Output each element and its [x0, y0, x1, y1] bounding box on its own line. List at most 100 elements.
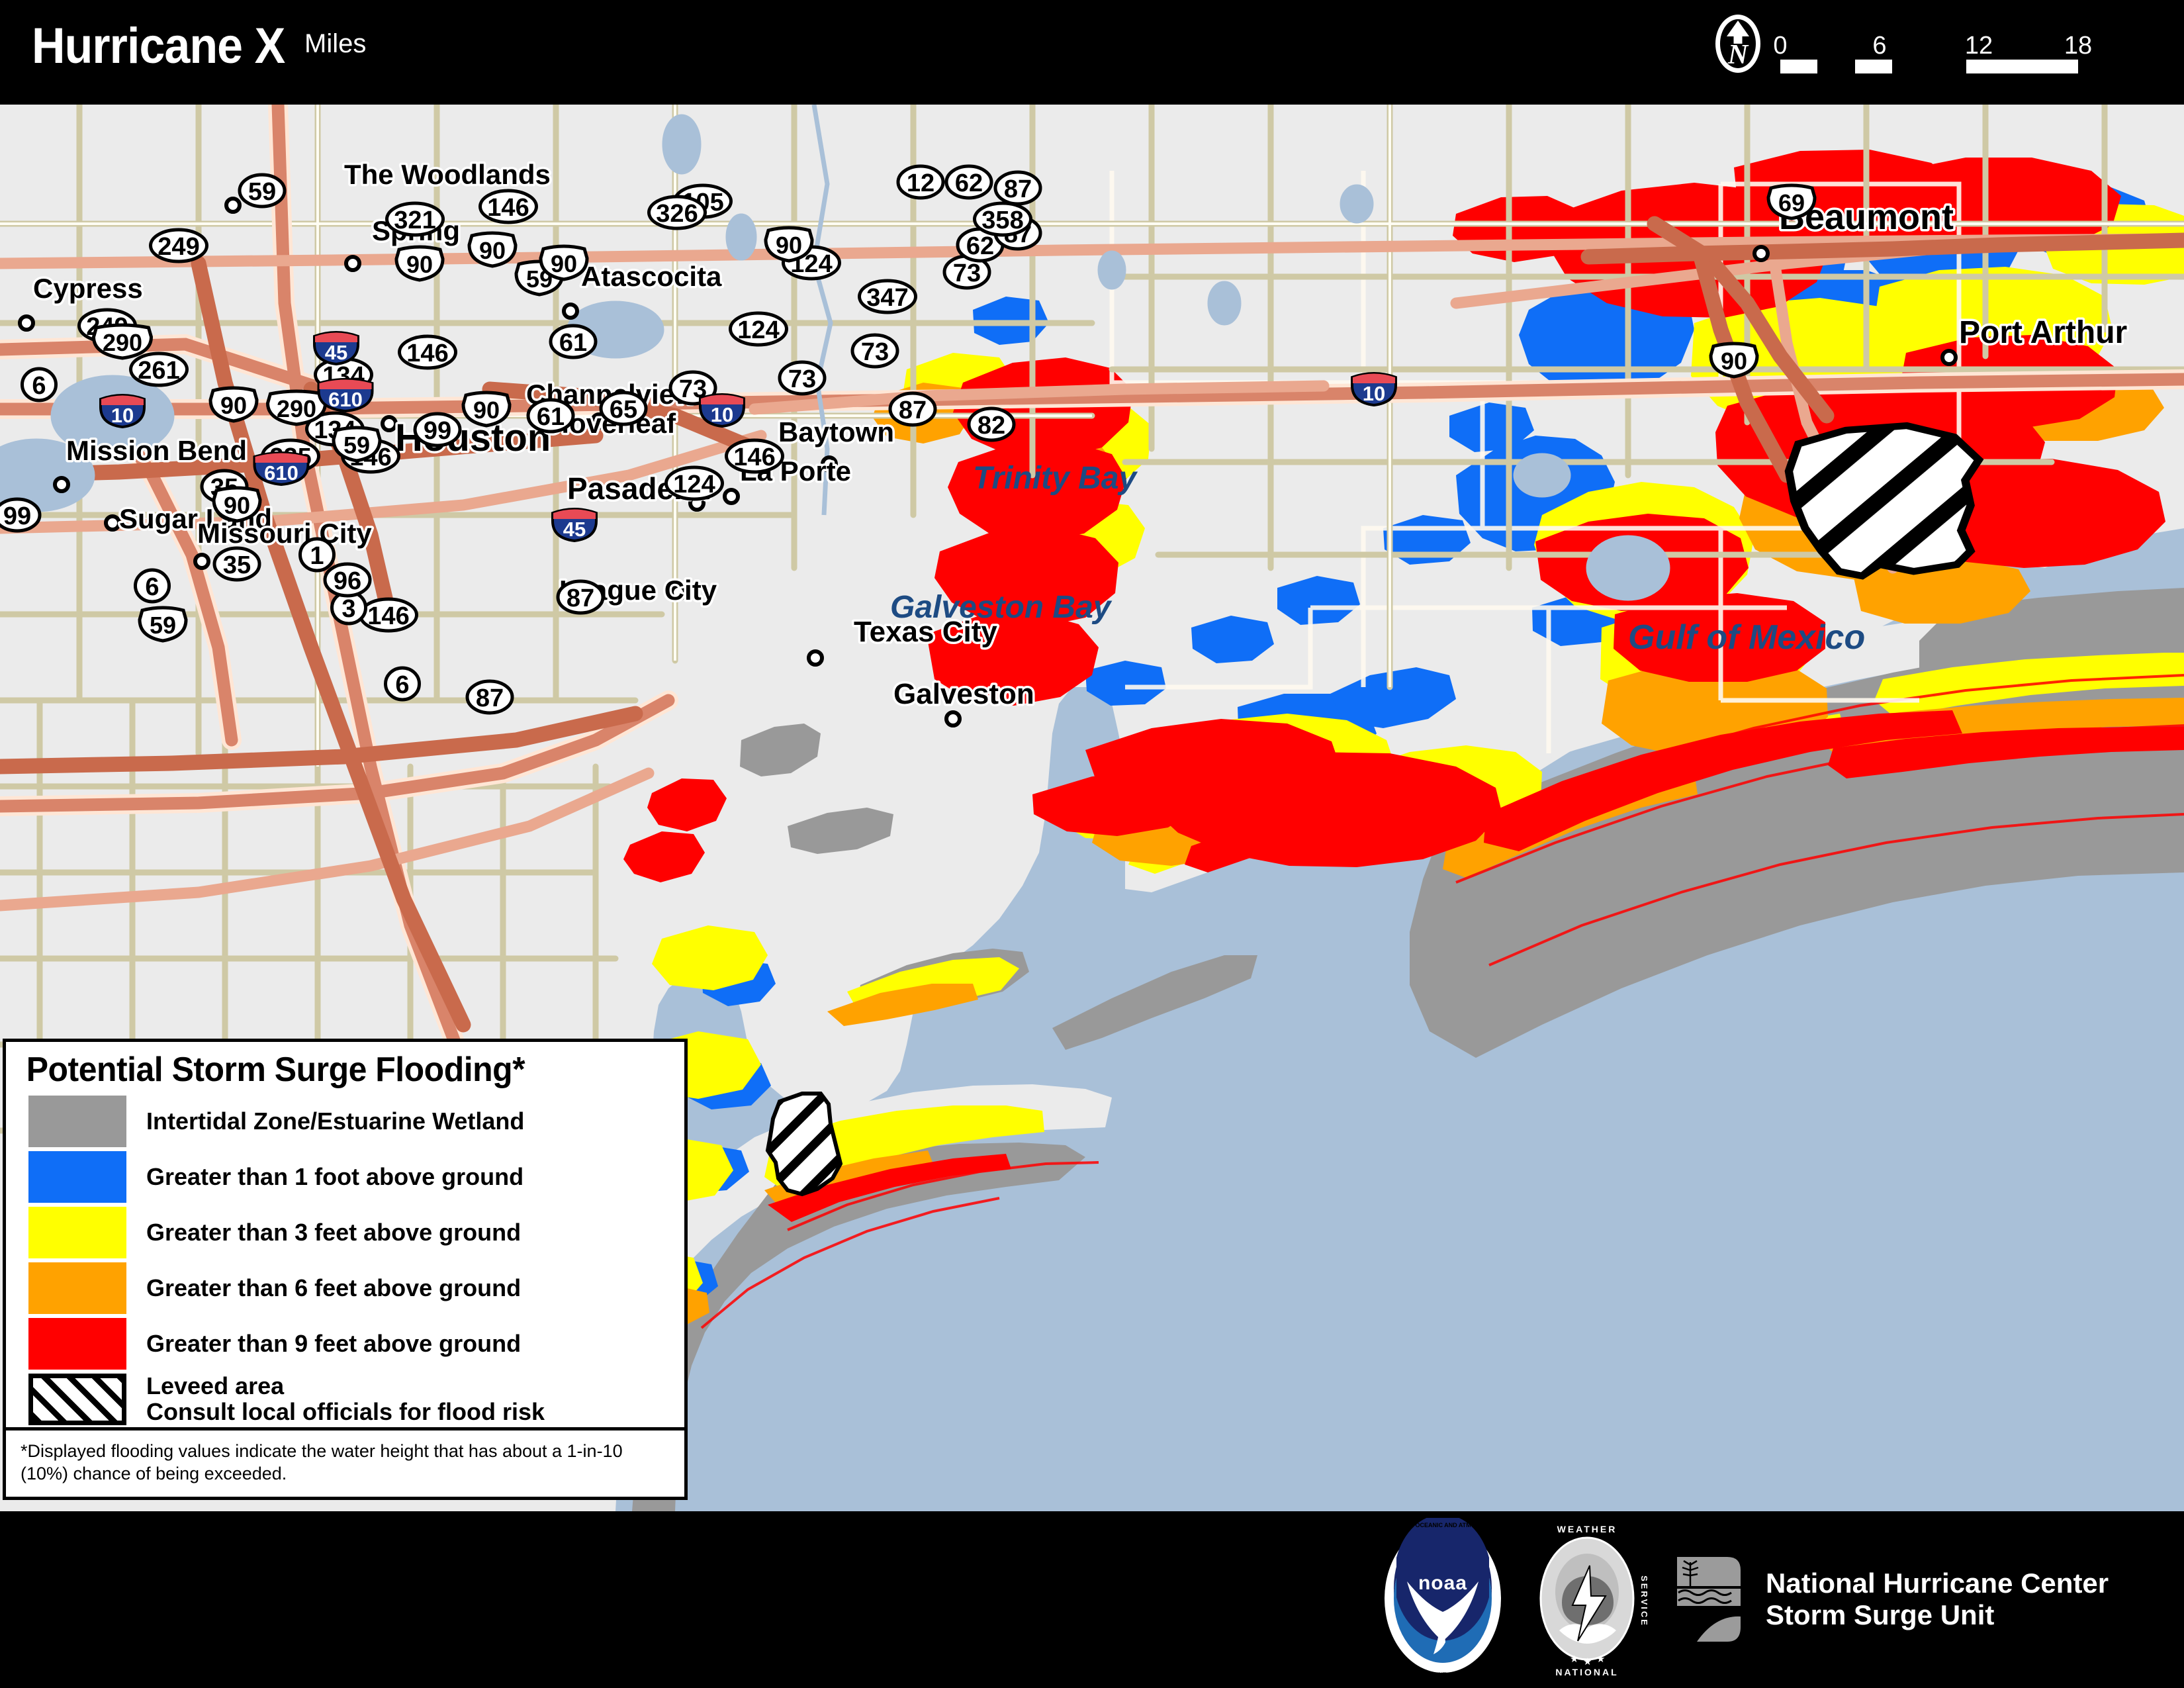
state-route-shield-35: 35	[212, 546, 261, 582]
legend-item-3: Greater than 6 feet above ground	[6, 1260, 684, 1316]
state-route-shield-146: 146	[725, 438, 784, 474]
legend-item-label: Greater than 9 feet above ground	[146, 1329, 522, 1357]
svg-text:6: 6	[145, 573, 159, 601]
interstate-shield-610: 610	[317, 378, 374, 413]
national-weather-service-logo: WEATHER NATIONAL SERVICE ★ ★ ★	[1526, 1521, 1649, 1677]
state-route-shield-124: 124	[729, 311, 788, 347]
state-route-shield-326: 326	[647, 195, 707, 230]
scale-tick-0: 0	[1773, 32, 1788, 60]
state-route-shield-59: 59	[238, 173, 287, 209]
state-route-shield-82: 82	[967, 406, 1016, 442]
legend-swatch-icon	[28, 1096, 126, 1147]
map-legend: Potential Storm Surge Flooding* Intertid…	[3, 1039, 688, 1501]
svg-text:10: 10	[111, 404, 134, 427]
state-route-shield-358: 358	[973, 201, 1032, 237]
svg-text:10: 10	[711, 403, 733, 426]
water-label: Gulf of Mexico	[1628, 618, 1865, 657]
state-route-shield-99: 99	[413, 412, 462, 447]
svg-text:610: 610	[328, 388, 363, 411]
svg-text:87: 87	[1004, 175, 1032, 203]
svg-text:WEATHER: WEATHER	[1557, 1524, 1617, 1534]
state-route-shield-261: 261	[129, 352, 189, 387]
svg-text:62: 62	[955, 169, 983, 197]
us-route-shield-90: 90	[461, 391, 512, 428]
scale-tick-12: 12	[1964, 32, 1993, 60]
state-route-shield-73: 73	[850, 333, 899, 369]
us-route-shield-59: 59	[332, 426, 382, 463]
city-label: Missouri City	[197, 518, 372, 549]
state-route-shield-73: 73	[778, 360, 827, 396]
svg-text:SERVICE: SERVICE	[1639, 1575, 1649, 1627]
interstate-shield-45: 45	[313, 331, 359, 366]
svg-text:6: 6	[395, 671, 409, 699]
svg-text:261: 261	[138, 357, 179, 385]
agency-line-2: Storm Surge Unit	[1766, 1599, 1995, 1630]
svg-text:87: 87	[567, 585, 594, 612]
page-title: Hurricane X	[32, 18, 285, 74]
svg-text:90: 90	[224, 492, 250, 519]
state-route-shield-6: 6	[134, 568, 171, 604]
us-route-shield-90: 90	[208, 386, 259, 423]
svg-text:321: 321	[394, 207, 435, 234]
leveed-area-texas-city[interactable]	[765, 1092, 843, 1197]
city-label: Mission Bend	[66, 435, 247, 466]
legend-item-0: Intertidal Zone/Estuarine Wetland	[6, 1094, 684, 1149]
svg-text:NATIONAL: NATIONAL	[1555, 1667, 1618, 1677]
interstate-shield-10: 10	[99, 394, 146, 429]
agency-name-block: National Hurricane Center Storm Surge Un…	[1766, 1568, 2109, 1630]
svg-text:290: 290	[103, 329, 142, 356]
city-dot-icon	[224, 197, 242, 214]
water-label: Trinity Bay	[973, 461, 1138, 496]
svg-text:59: 59	[150, 612, 176, 639]
svg-text:146: 146	[406, 340, 448, 367]
city-dot-icon	[18, 314, 35, 332]
svg-text:★: ★	[1570, 1654, 1578, 1665]
svg-text:90: 90	[776, 232, 802, 259]
city-dot-icon	[562, 303, 579, 320]
us-route-shield-90: 90	[764, 226, 814, 263]
city-dot-icon	[807, 649, 824, 667]
us-route-shield-90: 90	[539, 244, 589, 281]
state-route-shield-61: 61	[549, 324, 598, 359]
svg-text:1: 1	[310, 542, 324, 570]
svg-text:124: 124	[737, 316, 779, 344]
svg-text:347: 347	[866, 284, 908, 312]
scale-bar: 0 6 12 18	[1773, 32, 2092, 75]
scale-bar-graphic	[1780, 60, 2078, 73]
scale-tick-6: 6	[1872, 32, 1887, 60]
state-route-shield-12: 12	[896, 164, 945, 200]
state-route-shield-62: 62	[944, 164, 993, 200]
svg-text:35: 35	[223, 551, 251, 579]
state-route-shield-99: 99	[0, 497, 42, 533]
us-route-shield-69: 69	[1766, 183, 1817, 220]
state-route-shield-61: 61	[526, 398, 575, 434]
svg-text:99: 99	[3, 502, 31, 530]
svg-text:73: 73	[788, 365, 816, 393]
city-label: The Woodlands	[344, 159, 551, 190]
us-route-shield-90: 90	[212, 486, 262, 523]
svg-text:12: 12	[907, 169, 934, 197]
state-route-shield-1: 1	[298, 537, 336, 573]
svg-text:90: 90	[220, 392, 247, 419]
legend-swatch-icon	[28, 1318, 126, 1370]
state-route-shield-124: 124	[664, 465, 724, 501]
svg-text:124: 124	[673, 471, 715, 498]
city-dot-icon	[381, 415, 398, 432]
svg-text:90: 90	[473, 397, 500, 424]
state-route-shield-65: 65	[599, 391, 648, 426]
legend-rows: Intertidal Zone/Estuarine Wetland Greater…	[6, 1094, 684, 1427]
state-route-shield-146: 146	[359, 597, 418, 633]
us-route-shield-90: 90	[394, 245, 445, 282]
us-route-shield-90: 90	[1709, 342, 1759, 379]
agency-logos: noaa NATIONAL OCEANIC AND ATMOSPHERIC U.…	[1377, 1518, 2109, 1680]
legend-item-2: Greater than 3 feet above ground	[6, 1205, 684, 1260]
city-label: Galveston	[893, 678, 1034, 710]
svg-text:NATIONAL OCEANIC AND ATMOSPHER: NATIONAL OCEANIC AND ATMOSPHERIC	[1383, 1522, 1502, 1528]
legend-item-label: Greater than 3 feet above ground	[146, 1218, 522, 1246]
legend-hatch-swatch-icon	[28, 1374, 126, 1425]
state-route-shield-87: 87	[888, 391, 937, 427]
legend-item-1: Greater than 1 foot above ground	[6, 1149, 684, 1205]
svg-text:65: 65	[610, 396, 637, 424]
city-dot-icon	[723, 488, 740, 505]
svg-text:61: 61	[537, 403, 565, 431]
